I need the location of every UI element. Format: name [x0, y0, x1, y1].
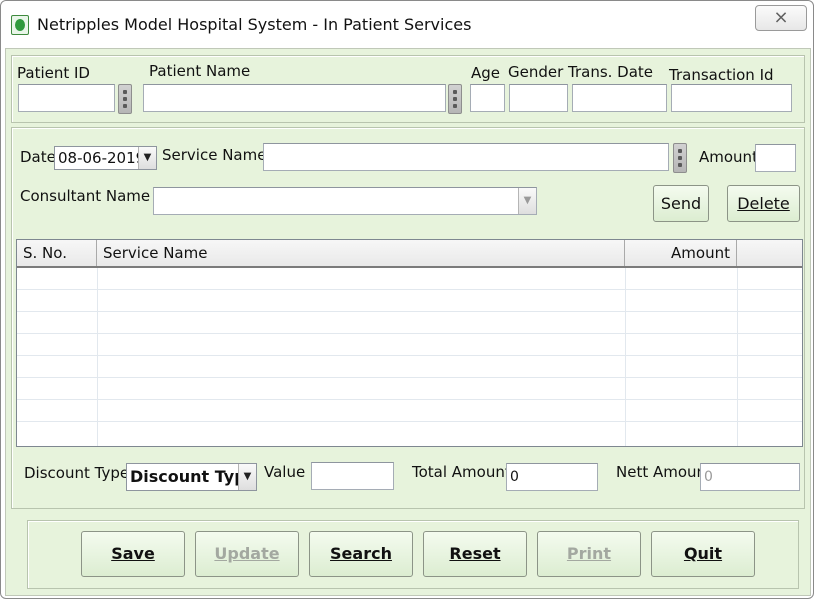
consultant-name-combo[interactable]: ▼	[153, 187, 537, 215]
date-picker[interactable]: 08-06-2019 ▼	[54, 146, 157, 170]
services-table[interactable]: S. No. Service Name Amount	[16, 239, 803, 447]
patient-id-field[interactable]	[18, 84, 115, 112]
amount-field[interactable]	[755, 144, 796, 172]
discount-type-label: Discount Type	[24, 464, 130, 482]
hospital-app-icon	[11, 15, 29, 35]
total-amount-value: 0	[510, 469, 519, 485]
patient-name-lookup-button[interactable]	[448, 84, 462, 114]
chevron-down-icon[interactable]: ▼	[518, 188, 536, 214]
nett-amount-field[interactable]: 0	[700, 463, 800, 491]
column-header-service-name[interactable]: Service Name	[97, 240, 625, 266]
service-name-field[interactable]	[263, 143, 669, 171]
chevron-down-icon[interactable]: ▼	[238, 464, 256, 490]
consultant-name-label: Consultant Name	[20, 187, 151, 205]
column-divider	[737, 268, 738, 446]
column-divider	[625, 268, 626, 446]
value-field[interactable]	[311, 462, 394, 490]
age-field[interactable]	[470, 84, 505, 112]
table-row[interactable]	[17, 312, 802, 334]
nett-amount-label: Nett Amount	[616, 463, 712, 481]
patient-id-label: Patient ID	[17, 64, 90, 82]
send-button[interactable]: Send	[653, 185, 709, 222]
age-label: Age	[471, 64, 501, 82]
patient-name-label: Patient Name	[149, 62, 251, 80]
column-divider	[97, 268, 98, 446]
chevron-down-icon[interactable]: ▼	[138, 147, 156, 169]
gender-field[interactable]	[509, 84, 568, 112]
service-name-label: Service Name	[162, 146, 267, 164]
patient-id-lookup-button[interactable]	[118, 84, 132, 114]
window-title: Netripples Model Hospital System - In Pa…	[37, 15, 472, 34]
value-label: Value	[264, 463, 306, 481]
close-icon: ⨯	[773, 7, 789, 28]
main-panel: Patient ID Patient Name Age Gender Trans…	[5, 48, 811, 596]
table-row[interactable]	[17, 378, 802, 400]
trans-date-label: Trans. Date	[568, 63, 654, 81]
reset-button[interactable]: Reset	[423, 531, 527, 577]
patient-info-group: Patient ID Patient Name Age Gender Trans…	[11, 55, 805, 123]
table-row[interactable]	[17, 356, 802, 378]
search-button[interactable]: Search	[309, 531, 413, 577]
transaction-id-label: Transaction Id	[669, 66, 774, 84]
date-value: 08-06-2019	[58, 149, 146, 167]
table-row[interactable]	[17, 268, 802, 290]
actions-group: Save Update Search Reset Print Quit	[27, 520, 799, 589]
table-header: S. No. Service Name Amount	[17, 240, 802, 268]
service-lookup-button[interactable]	[673, 143, 687, 173]
amount-label: Amount	[699, 148, 758, 166]
column-header-amount[interactable]: Amount	[625, 240, 737, 266]
table-row[interactable]	[17, 400, 802, 422]
discount-type-select[interactable]: Discount Type ▼	[126, 463, 257, 491]
total-amount-field[interactable]: 0	[506, 463, 598, 491]
title-bar[interactable]: Netripples Model Hospital System - In Pa…	[1, 1, 813, 47]
service-group: Date 08-06-2019 ▼ Service Name Amount Co…	[11, 127, 805, 509]
column-header-extra[interactable]	[737, 240, 802, 266]
gender-label: Gender	[508, 63, 564, 81]
print-button[interactable]: Print	[537, 531, 641, 577]
update-button[interactable]: Update	[195, 531, 299, 577]
table-row[interactable]	[17, 334, 802, 356]
nett-amount-value: 0	[704, 469, 713, 485]
quit-button[interactable]: Quit	[651, 531, 755, 577]
table-row[interactable]	[17, 290, 802, 312]
trans-date-field[interactable]	[572, 84, 667, 112]
date-label: Date	[20, 148, 56, 166]
app-window: Netripples Model Hospital System - In Pa…	[0, 0, 814, 599]
save-button[interactable]: Save	[81, 531, 185, 577]
table-row[interactable]	[17, 422, 802, 444]
total-amount-label: Total Amount	[412, 463, 511, 481]
patient-name-field[interactable]	[143, 84, 446, 112]
delete-button[interactable]: Delete	[727, 185, 800, 222]
transaction-id-field[interactable]	[671, 84, 792, 112]
column-header-sno[interactable]: S. No.	[17, 240, 97, 266]
close-button[interactable]: ⨯	[755, 5, 807, 31]
